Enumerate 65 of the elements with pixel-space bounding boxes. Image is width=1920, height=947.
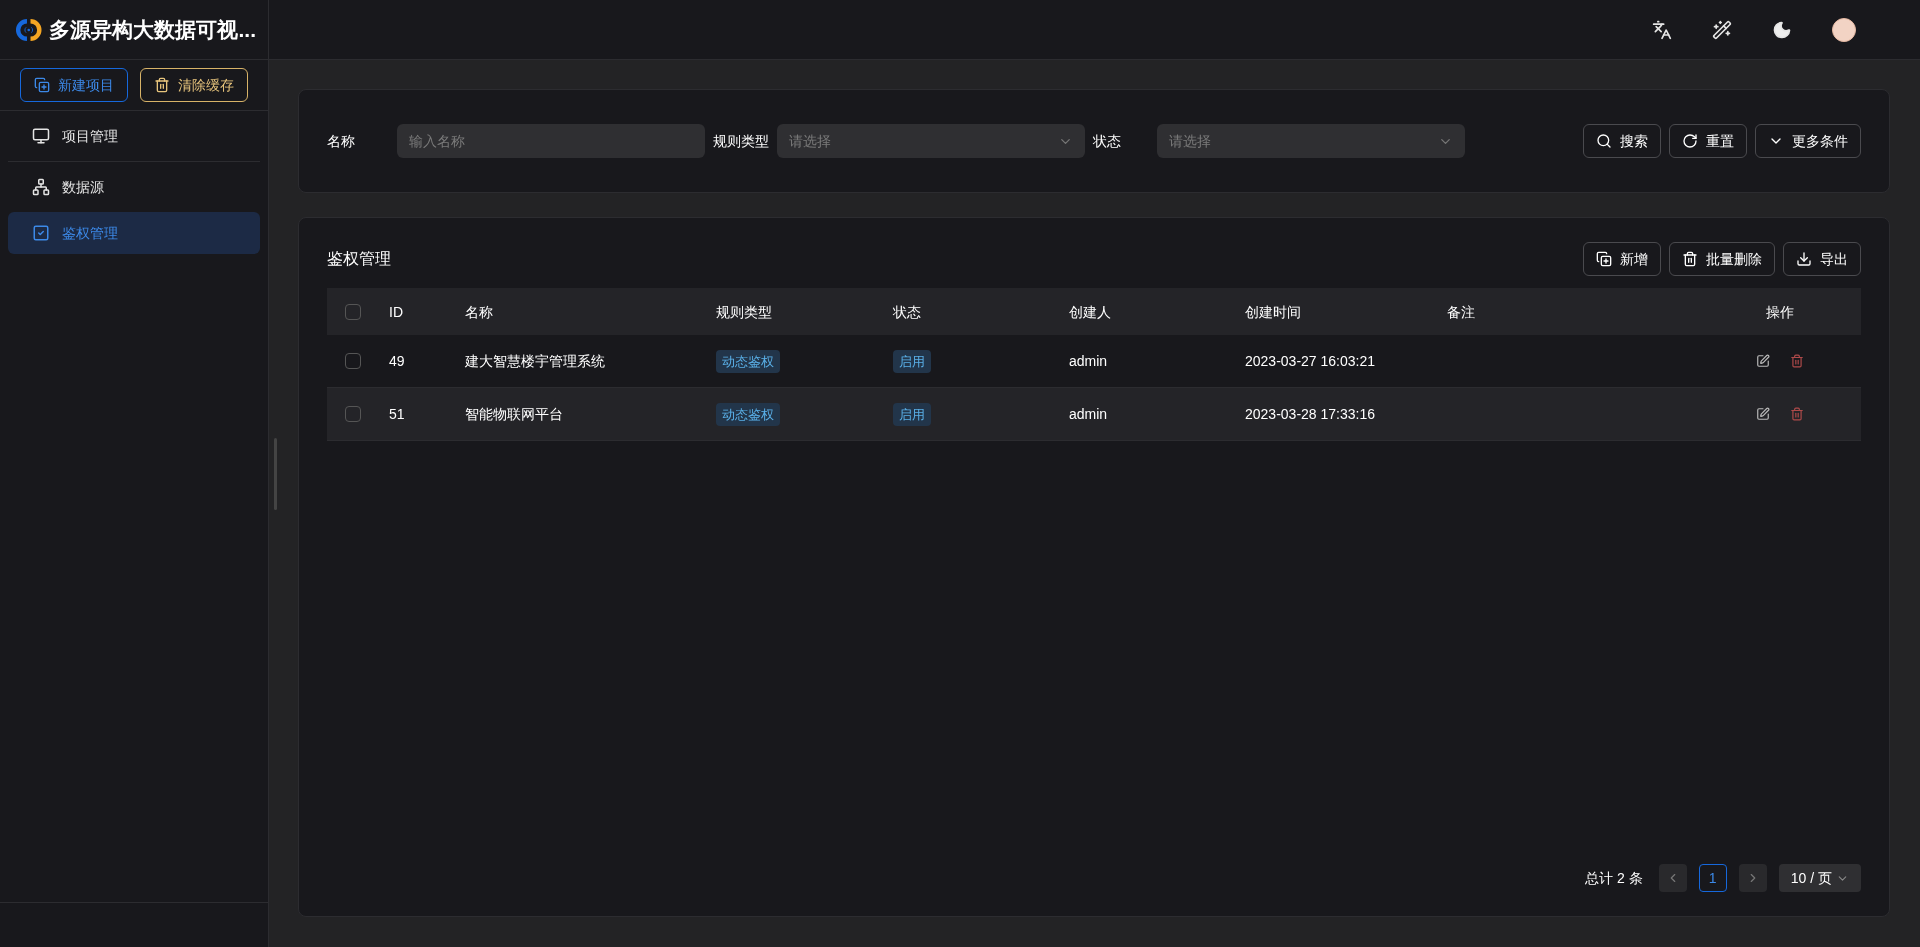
table-cell: 51 — [389, 406, 405, 422]
checkbox[interactable] — [345, 353, 361, 369]
search-icon — [1596, 133, 1612, 149]
filter-button[interactable]: 搜索 — [1583, 124, 1661, 158]
filter-button[interactable]: 更多条件 — [1755, 124, 1861, 158]
column-header: 规则类型 — [716, 303, 772, 320]
clear-cache-button[interactable]: 清除缓存 — [140, 68, 248, 102]
total-count: 总计 2 条 — [1585, 869, 1643, 888]
status-tag: 启用 — [893, 349, 931, 373]
table-cell: 2023-03-27 16:03:21 — [1245, 353, 1375, 369]
magic-wand-icon[interactable] — [1712, 19, 1732, 40]
filter-label: 规则类型 — [712, 132, 770, 151]
panel-title: 鉴权管理 — [327, 249, 391, 269]
select-placeholder: 请选择 — [1169, 132, 1211, 151]
download-icon — [1796, 251, 1812, 267]
checkbox[interactable] — [345, 406, 361, 422]
table-cell: 2023-03-28 17:33:16 — [1245, 406, 1375, 422]
column-header: ID — [389, 303, 403, 320]
rule-type-tag: 动态鉴权 — [716, 402, 780, 426]
moon-icon[interactable] — [1772, 19, 1792, 40]
sidebar-item[interactable]: 鉴权管理 — [8, 212, 260, 254]
resize-handle[interactable] — [273, 437, 277, 510]
toolbar-button[interactable]: 批量删除 — [1669, 242, 1775, 276]
select-placeholder: 请选择 — [789, 132, 831, 151]
column-header: 名称 — [465, 303, 493, 320]
table-cell: 智能物联网平台 — [465, 406, 563, 422]
translate-icon[interactable] — [1652, 19, 1672, 40]
column-header: 备注 — [1447, 303, 1475, 320]
app-title: 多源异构大数据可视... — [49, 16, 256, 43]
input-field[interactable]: 输入名称 — [397, 124, 705, 158]
sidebar-item[interactable]: 项目管理 — [8, 115, 260, 157]
delete-icon[interactable] — [1789, 407, 1804, 421]
column-header: 创建时间 — [1245, 303, 1301, 320]
checked-square-icon — [32, 224, 50, 242]
status-tag: 启用 — [893, 402, 931, 426]
table-cell: 49 — [389, 353, 405, 369]
monitor-icon — [32, 127, 50, 145]
edit-icon[interactable] — [1755, 407, 1770, 421]
toolbar-button[interactable]: 导出 — [1783, 242, 1861, 276]
avatar[interactable] — [1832, 17, 1856, 42]
page-button[interactable]: 1 — [1698, 864, 1727, 892]
trash-icon — [154, 77, 170, 93]
new-project-button[interactable]: 新建项目 — [20, 68, 128, 102]
copy-plus-icon — [34, 77, 50, 93]
delete-icon[interactable] — [1789, 354, 1804, 368]
page-size-select[interactable]: 10 / 页 — [1778, 864, 1861, 892]
table-cell: admin — [1069, 406, 1108, 422]
network-icon — [32, 178, 50, 196]
table-row[interactable]: 51 智能物联网平台 动态鉴权 启用 admin 2023-03-28 17:33:16 — [327, 388, 1861, 441]
rule-type-tag: 动态鉴权 — [716, 349, 780, 373]
copy-plus-icon — [1596, 251, 1612, 267]
filter-button[interactable]: 重置 — [1669, 124, 1747, 158]
column-header: 状态 — [893, 303, 921, 320]
filter-label: 状态 — [1092, 132, 1122, 151]
edit-icon[interactable] — [1755, 354, 1770, 368]
table-cell: admin — [1069, 353, 1108, 369]
column-header: 操作 — [1765, 302, 1794, 322]
sidebar-item[interactable]: 数据源 — [8, 166, 260, 208]
toolbar-button[interactable]: 新增 — [1583, 242, 1661, 276]
table-cell: 建大智慧楼宇管理系统 — [465, 353, 605, 369]
checkbox[interactable] — [345, 303, 361, 320]
refresh-icon — [1682, 133, 1698, 149]
trash-icon — [1682, 251, 1698, 267]
filter-label: 名称 — [327, 132, 356, 151]
column-header: 创建人 — [1069, 303, 1111, 320]
